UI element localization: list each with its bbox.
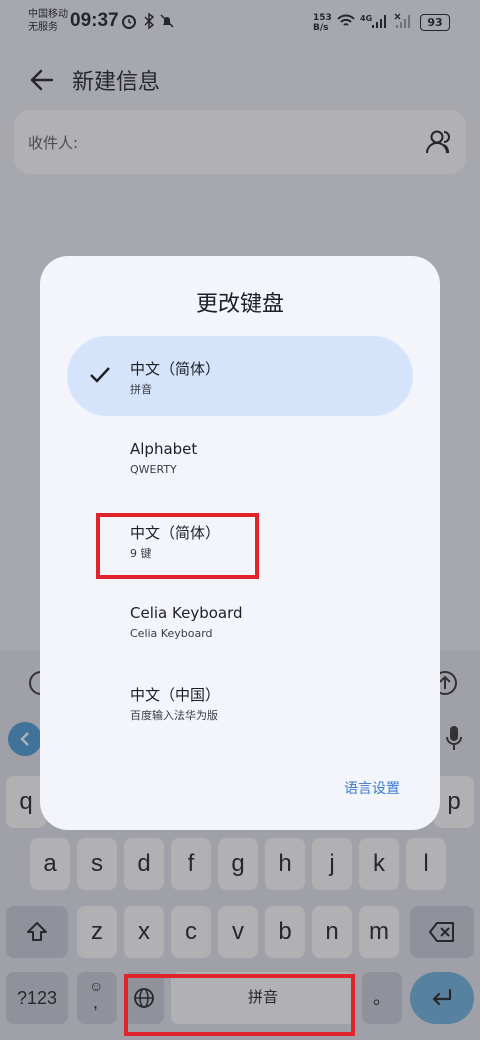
option-title: Alphabet [130,440,198,458]
check-icon [90,367,110,383]
option-title: 中文（中国） [130,686,221,704]
option-title: Celia Keyboard [130,604,243,622]
keyboard-option-pinyin[interactable]: 中文（简体） 拼音 [67,336,413,416]
screen: 中国移动 无服务 09:37 153 B/s 4G 93 新建信息 收件人: q [0,0,480,1040]
highlight-9-key-option [96,513,259,579]
option-subtitle: QWERTY [130,463,177,476]
keyboard-option-celia[interactable]: Celia Keyboard Celia Keyboard [67,582,413,662]
keyboard-option-alphabet[interactable]: Alphabet QWERTY [67,418,413,498]
dialog-title: 更改键盘 [195,292,284,317]
language-settings-link[interactable]: 语言设置 [344,778,400,798]
option-title: 中文（简体） [130,360,221,378]
option-subtitle: 拼音 [130,383,152,396]
option-subtitle: 百度输入法华为版 [130,709,218,722]
option-subtitle: Celia Keyboard [130,627,213,640]
keyboard-option-baidu[interactable]: 中文（中国） 百度输入法华为版 [67,662,413,742]
highlight-space-key [124,974,355,1036]
